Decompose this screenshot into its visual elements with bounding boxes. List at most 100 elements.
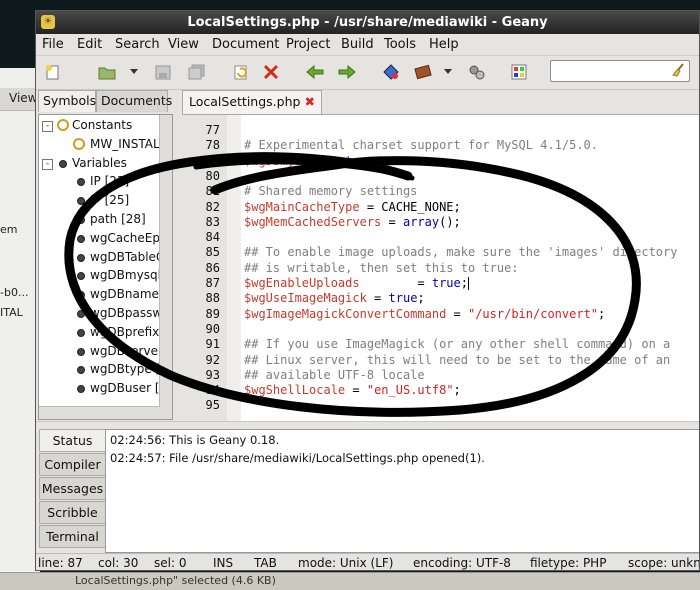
background-menu[interactable]: View — [0, 88, 40, 111]
search-field[interactable] — [550, 60, 690, 82]
variable-icon — [77, 197, 85, 206]
save-icon[interactable] — [154, 64, 172, 80]
tree-group[interactable]: - Variables — [39, 155, 160, 173]
forward-icon[interactable] — [338, 64, 356, 80]
tree-item[interactable]: wgDBserver — [39, 343, 163, 361]
code-line[interactable]: ## available UTF-8 locale — [244, 368, 425, 382]
code-text: = — [323, 153, 346, 168]
title-bar[interactable]: ☀ LocalSettings.php - /usr/share/mediawi… — [36, 11, 699, 34]
code-line[interactable]: ## If you use ImageMagick (or any other … — [244, 337, 670, 351]
tree-item[interactable]: IP [23] — [39, 173, 160, 191]
tab-scribble[interactable]: Scribble — [39, 501, 105, 524]
menu-search[interactable]: Search — [115, 37, 160, 52]
menu-document[interactable]: Document — [212, 37, 279, 52]
close-tab-icon[interactable]: ✖ — [304, 94, 314, 109]
editor-tab-label: LocalSettings.php — [189, 94, 301, 109]
tree-group[interactable]: - Constants — [39, 117, 160, 135]
chevron-down-icon[interactable] — [444, 69, 452, 74]
tree-item[interactable]: MW_INSTALL — [39, 136, 166, 154]
line-number: 87 — [205, 276, 220, 290]
tab-compiler[interactable]: Compiler — [39, 453, 105, 476]
code-line[interactable]: # Experimental charset support for MySQL… — [244, 138, 598, 152]
tree-item-label: wgDBtype [ — [90, 362, 161, 377]
code-line[interactable]: ## Linux server, this will need to be se… — [244, 353, 670, 367]
new-file-icon[interactable] — [44, 64, 62, 80]
search-input[interactable] — [553, 62, 667, 82]
tree-item[interactable]: wgCacheEpo — [39, 230, 167, 248]
background-text: ITAL — [0, 306, 23, 319]
code-variable: $wgMainCacheType — [244, 199, 360, 214]
revert-icon[interactable] — [232, 64, 250, 80]
menu-help[interactable]: Help — [429, 37, 459, 52]
tree-item[interactable]: wgDBprefix [ — [39, 324, 168, 342]
code-line[interactable]: $wgMemCachedServers = array(); — [244, 215, 461, 229]
fold-margin[interactable] — [227, 115, 241, 421]
tree-item[interactable]: wgDBname [ — [39, 286, 167, 304]
tree-item-label: wgCacheEpo — [90, 230, 168, 245]
open-file-icon[interactable] — [98, 64, 116, 80]
toolbar — [36, 56, 699, 90]
code-line[interactable]: $wgMainCacheType = CACHE_NONE; — [244, 200, 461, 214]
menu-tools[interactable]: Tools — [384, 37, 416, 52]
tab-messages[interactable]: Messages — [39, 477, 105, 500]
menu-view[interactable]: View — [168, 37, 199, 52]
line-number: 81 — [205, 184, 220, 199]
menu-edit[interactable]: Edit — [77, 37, 102, 52]
line-number: 84 — [205, 230, 220, 245]
compile-icon[interactable] — [382, 64, 400, 80]
code-keyword: true — [388, 291, 418, 306]
tab-terminal[interactable]: Terminal — [39, 525, 105, 548]
tab-status[interactable]: Status — [39, 429, 105, 452]
line-number: 86 — [205, 260, 220, 275]
status-tab: TAB — [254, 556, 277, 570]
code-editor[interactable]: 77 78 79 80 81 82 83 84 85 86 87 88 89 90 91 92 93 94 95 #… — [182, 114, 699, 421]
code-variable: $wgImageMagickConvertCommand — [244, 306, 447, 321]
code-text: = CACHE_NONE; — [359, 199, 461, 214]
execute-icon[interactable] — [468, 64, 486, 80]
tree-item[interactable]: wgDBpasswo — [39, 305, 170, 323]
tree-item-label: Variables — [72, 155, 127, 170]
code-line[interactable]: # Shared memory settings — [244, 184, 417, 198]
back-icon[interactable] — [306, 64, 324, 80]
code-text: ; — [460, 276, 468, 290]
menu-project[interactable]: Project — [286, 37, 330, 52]
tab-documents[interactable]: Documents — [96, 90, 172, 112]
build-icon[interactable] — [414, 64, 432, 80]
tree-item[interactable]: path [28] — [39, 211, 160, 229]
code-line[interactable]: ## is writable, then set this to true: — [244, 261, 519, 275]
code-line[interactable]: $wgEnableUploads = true; — [244, 276, 469, 290]
code-line[interactable]: ## To enable image uploads, make sure th… — [244, 245, 677, 259]
status-log[interactable]: 02:24:56: This is Geany 0.18. 02:24:57: … — [105, 429, 699, 553]
tree-item-label: wgDBname [ — [90, 287, 168, 302]
code-line[interactable]: $wgShellLocale = "en_US.utf8"; — [244, 383, 461, 397]
log-line: 02:24:56: This is Geany 0.18. — [110, 433, 280, 447]
tab-symbols[interactable]: Symbols — [38, 90, 96, 112]
clear-search-icon[interactable] — [672, 63, 686, 77]
pane-splitter[interactable] — [36, 421, 699, 428]
menu-build[interactable]: Build — [341, 37, 374, 52]
code-line[interactable]: $wgUseImageMagick = true; — [244, 291, 425, 305]
status-bar: line: 87 col: 30 sel: 0 INS TAB mode: Un… — [36, 553, 699, 570]
code-text: = — [366, 291, 389, 306]
color-chooser-icon[interactable] — [510, 64, 528, 80]
chevron-down-icon[interactable] — [130, 69, 138, 74]
tree-item-label: wgDBpasswo — [90, 306, 170, 320]
sidebar-horizontal-scrollbar[interactable] — [39, 406, 160, 419]
tree-item[interactable]: IP [25] — [39, 192, 160, 210]
tree-expander-icon[interactable]: - — [42, 158, 53, 170]
tree-expander-icon[interactable]: - — [42, 121, 53, 132]
menu-file[interactable]: File — [42, 37, 64, 52]
tree-item[interactable]: wgDBtype [ — [39, 361, 160, 379]
code-comment: # Shared memory settings — [244, 184, 418, 199]
code-line[interactable]: $wgImageMagickConvertCommand = "/usr/bin… — [244, 307, 605, 321]
tree-item[interactable]: wgDBuser [6 — [39, 380, 167, 398]
sidebar-vertical-scrollbar[interactable] — [159, 115, 172, 419]
line-number: 92 — [205, 352, 220, 367]
variable-icon — [77, 272, 85, 281]
save-all-icon[interactable] — [188, 64, 206, 80]
editor-tab[interactable]: LocalSettings.php ✖ — [182, 90, 322, 114]
close-file-icon[interactable] — [262, 64, 280, 80]
tree-item[interactable]: wgDBTableOp — [39, 249, 172, 267]
code-line[interactable]: $wgDBmysql5 = true; — [244, 154, 381, 168]
tree-item[interactable]: wgDBmysql5 — [39, 267, 169, 285]
